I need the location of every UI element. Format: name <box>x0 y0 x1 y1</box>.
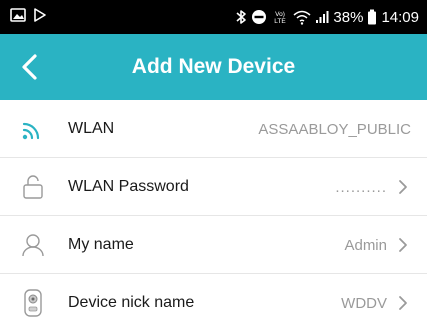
wlan-password-label: WLAN Password <box>68 178 189 195</box>
wlan-label: WLAN <box>68 120 115 137</box>
device-nick-name-label: Device nick name <box>68 294 195 311</box>
gallery-notification-icon <box>10 7 26 27</box>
device-nick-name-value: WDDV <box>341 294 387 312</box>
app-header: Add New Device <box>0 34 427 100</box>
device-icon <box>16 286 50 320</box>
page-title: Add New Device <box>131 55 296 78</box>
wlan-row[interactable]: WLAN ASSAABLOY_PUBLIC <box>0 100 427 158</box>
device-settings-list: WLAN ASSAABLOY_PUBLIC WLAN Password ....… <box>0 100 427 332</box>
cellular-signal-icon <box>315 10 329 24</box>
wlan-value: ASSAABLOY_PUBLIC <box>258 120 411 138</box>
chevron-right-icon <box>393 235 413 255</box>
play-store-notification-icon <box>33 7 47 27</box>
lock-icon <box>16 170 50 204</box>
status-left-icons <box>10 0 47 34</box>
wlan-password-row[interactable]: WLAN Password .......... <box>0 158 427 216</box>
svg-text:Vo): Vo) <box>276 11 286 18</box>
wlan-password-value: .......... <box>335 178 387 196</box>
volte-icon: Vo) LTE <box>271 9 289 25</box>
wifi-status-icon <box>293 10 311 25</box>
my-name-row[interactable]: My name Admin <box>0 216 427 274</box>
my-name-label: My name <box>68 236 134 253</box>
status-time: 14:09 <box>381 8 419 26</box>
my-name-value: Admin <box>344 236 387 254</box>
chevron-right-icon <box>393 293 413 313</box>
status-right-icons: Vo) LTE 38% 14:09 <box>236 0 419 34</box>
svg-text:LTE: LTE <box>275 18 287 25</box>
chevron-right-icon <box>393 177 413 197</box>
device-nick-name-row[interactable]: Device nick name WDDV <box>0 274 427 332</box>
wifi-icon <box>16 112 50 146</box>
do-not-disturb-icon <box>251 9 267 25</box>
user-icon <box>16 228 50 262</box>
battery-percent: 38% <box>333 8 364 26</box>
status-bar: Vo) LTE 38% 14:09 <box>0 0 427 34</box>
bluetooth-icon <box>236 9 247 25</box>
battery-icon <box>367 9 377 25</box>
